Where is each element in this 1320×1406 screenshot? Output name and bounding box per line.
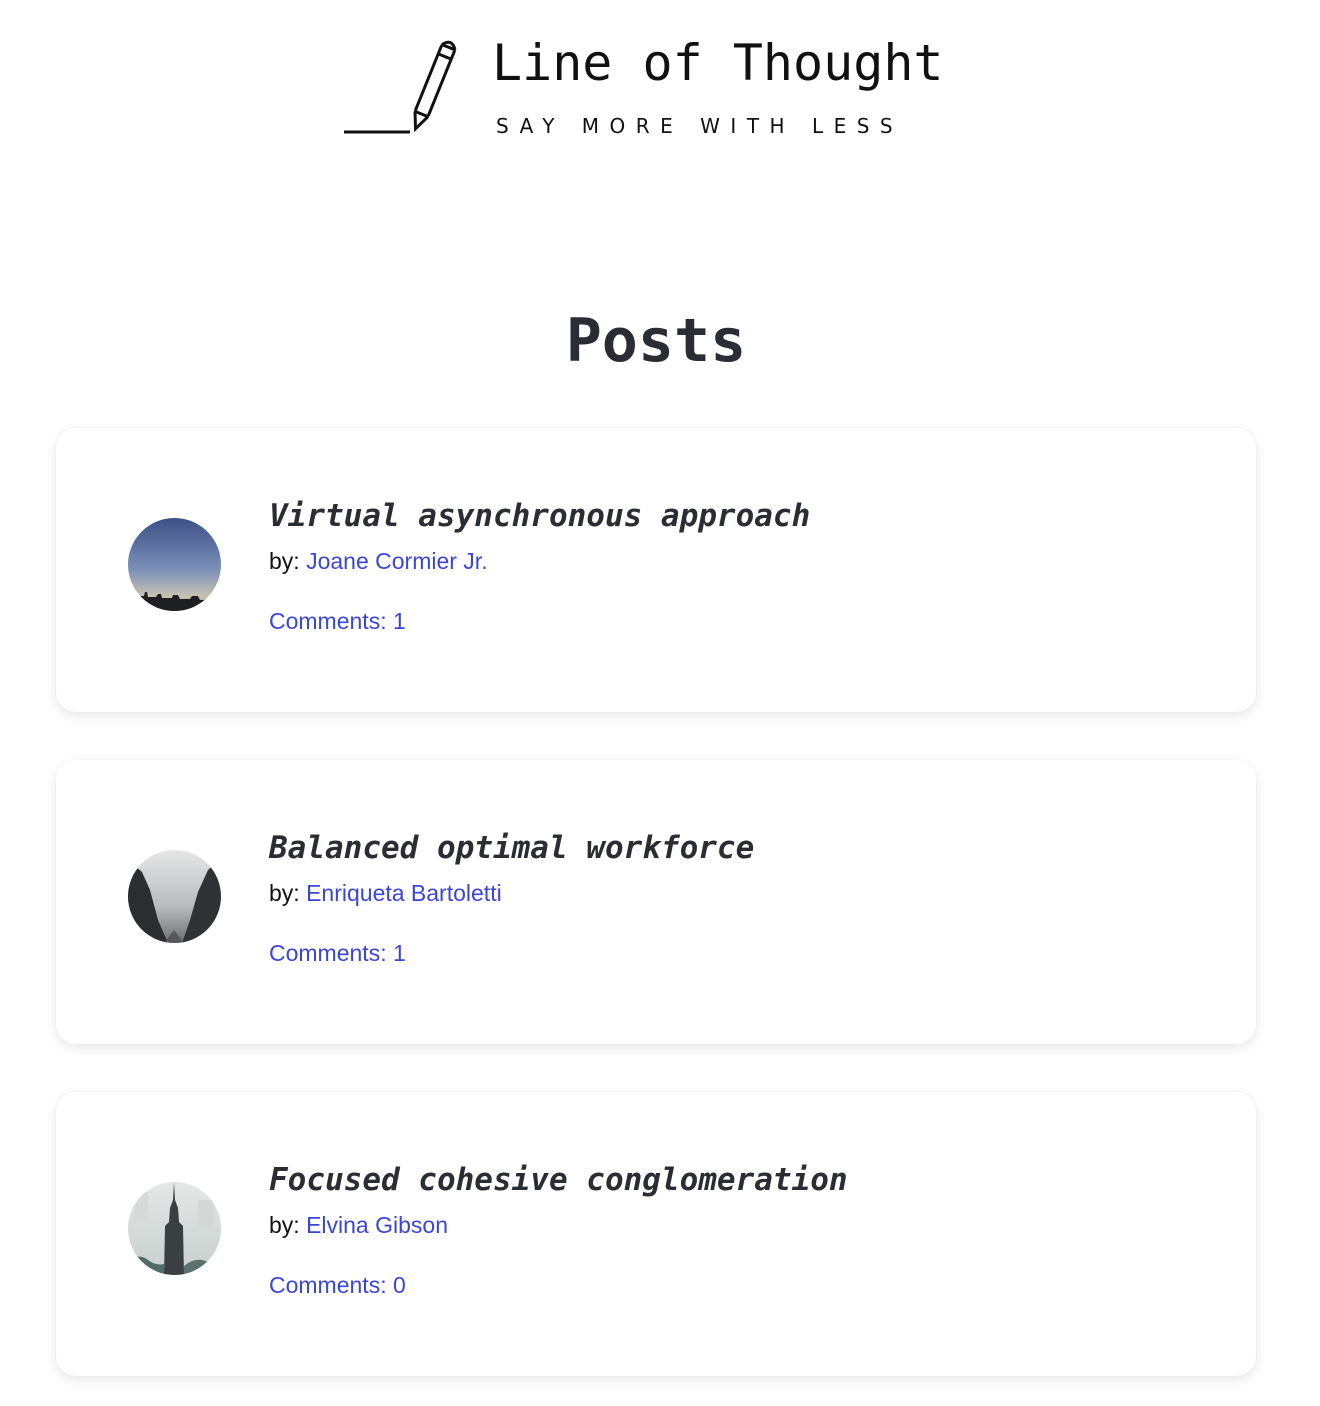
by-label: by:: [269, 880, 307, 906]
post-byline: by: Joane Cormier Jr.: [269, 548, 488, 575]
post-card[interactable]: Balanced optimal workforce by: Enriqueta…: [56, 760, 1256, 1044]
post-card[interactable]: Focused cohesive conglomeration by: Elvi…: [56, 1092, 1256, 1376]
comments-link[interactable]: Comments: 1: [269, 608, 406, 635]
brand-title: Line of Thought: [492, 34, 944, 92]
post-byline: by: Elvina Gibson: [269, 1212, 448, 1239]
post-thumbnail: [128, 518, 221, 611]
author-link[interactable]: Enriqueta Bartoletti: [306, 880, 502, 906]
by-label: by:: [269, 1212, 307, 1238]
post-card[interactable]: Virtual asynchronous approach by: Joane …: [56, 428, 1256, 712]
brand-tagline: SAY MORE WITH LESS: [496, 114, 904, 138]
skyscraper-tower-thumbnail: [128, 1182, 221, 1275]
comments-link[interactable]: Comments: 1: [269, 940, 406, 967]
author-link[interactable]: Joane Cormier Jr.: [306, 548, 488, 574]
post-title[interactable]: Focused cohesive conglomeration: [269, 1162, 848, 1198]
by-label: by:: [269, 548, 307, 574]
misty-canyon-thumbnail: [128, 850, 221, 943]
city-skyline-dusk-thumbnail: [128, 518, 221, 611]
site-header: Line of Thought SAY MORE WITH LESS: [0, 0, 1320, 170]
post-thumbnail: [128, 850, 221, 943]
home-logo-link[interactable]: Line of Thought SAY MORE WITH LESS: [340, 34, 950, 140]
pencil-line-icon: [344, 40, 457, 134]
post-thumbnail: [128, 1182, 221, 1275]
author-link[interactable]: Elvina Gibson: [306, 1212, 448, 1238]
page-title: Posts: [565, 306, 747, 376]
post-title[interactable]: Virtual asynchronous approach: [269, 498, 810, 534]
post-title[interactable]: Balanced optimal workforce: [269, 830, 754, 866]
comments-link[interactable]: Comments: 0: [269, 1272, 406, 1299]
post-byline: by: Enriqueta Bartoletti: [269, 880, 502, 907]
